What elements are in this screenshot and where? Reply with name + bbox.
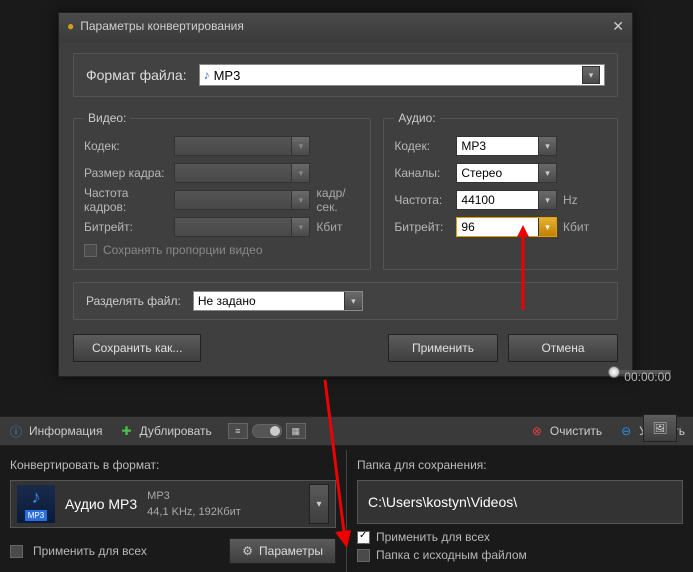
plus-icon: ✚ xyxy=(118,423,134,439)
same-folder-label: Папка с исходным файлом xyxy=(376,548,527,562)
convert-heading: Конвертировать в формат: xyxy=(10,458,336,472)
timeline-knob[interactable] xyxy=(608,366,620,378)
audio-bitrate-unit: Кбит xyxy=(557,220,607,234)
video-codec-select xyxy=(174,136,310,156)
mp3-icon: ♪ MP3 xyxy=(17,485,55,523)
save-panel: Папка для сохранения: C:\Users\kostyn\Vi… xyxy=(347,450,693,572)
chevron-down-icon[interactable] xyxy=(538,191,556,209)
chevron-down-icon[interactable] xyxy=(538,137,556,155)
format-details: MP3 44,1 KHz, 192Кбит xyxy=(147,488,299,520)
audio-codec-select[interactable]: MP3 xyxy=(456,136,557,156)
clear-icon: ⊗ xyxy=(529,423,545,439)
audio-channels-label: Каналы: xyxy=(394,166,456,180)
format-name: Аудио MP3 xyxy=(65,496,137,512)
save-as-button[interactable]: Сохранить как... xyxy=(73,334,201,362)
save-path[interactable]: C:\Users\kostyn\Videos\ xyxy=(357,480,683,524)
video-legend: Видео: xyxy=(84,111,130,125)
video-framesize-label: Размер кадра: xyxy=(84,166,174,180)
chevron-down-icon xyxy=(291,137,309,155)
split-label: Разделять файл: xyxy=(86,294,181,308)
audio-bitrate-label: Битрейт: xyxy=(394,220,456,234)
dialog-titlebar: ● Параметры конвертирования ✕ xyxy=(59,13,632,39)
list-view-icon[interactable]: ≡ xyxy=(228,423,248,439)
video-fps-label: Частота кадров: xyxy=(84,186,174,214)
convert-panel: Конвертировать в формат: ♪ MP3 Аудио MP3… xyxy=(0,450,347,572)
info-icon: ⓘ xyxy=(8,423,24,439)
format-card: ♪ MP3 Аудио MP3 MP3 44,1 KHz, 192Кбит xyxy=(10,480,336,528)
apply-button[interactable]: Применить xyxy=(388,334,498,362)
view-toggle-group: ≡ ▦ xyxy=(228,423,306,439)
clear-button[interactable]: ⊗ Очистить xyxy=(529,423,602,439)
video-fieldset: Видео: Кодек: Размер кадра: Частота кадр… xyxy=(73,111,371,270)
file-format-select[interactable]: ♪ MP3 xyxy=(199,64,605,86)
conversion-dialog: ● Параметры конвертирования ✕ Формат фай… xyxy=(58,12,633,377)
chevron-down-icon[interactable] xyxy=(538,164,556,182)
chevron-down-icon xyxy=(291,191,309,209)
save-heading: Папка для сохранения: xyxy=(357,458,683,472)
file-format-row: Формат файла: ♪ MP3 xyxy=(73,53,618,97)
music-note-icon: ♪ xyxy=(32,487,41,508)
toolbar: ⓘ Информация ✚ Дублировать ≡ ▦ ⊗ Очистит… xyxy=(0,416,693,446)
dialog-title: Параметры конвертирования xyxy=(80,19,244,33)
split-select[interactable]: Не задано xyxy=(193,291,363,311)
audio-freq-label: Частота: xyxy=(394,193,456,207)
same-folder-checkbox[interactable] xyxy=(357,549,370,562)
chevron-down-icon xyxy=(291,164,309,182)
video-bitrate-select xyxy=(174,217,310,237)
audio-channels-select[interactable]: Стерео xyxy=(456,163,557,183)
dialog-body: Формат файла: ♪ MP3 Видео: Кодек: Размер… xyxy=(59,39,632,376)
audio-freq-unit: Hz xyxy=(557,193,607,207)
video-bitrate-label: Битрейт: xyxy=(84,220,174,234)
gear-icon: ⚙ xyxy=(242,544,253,558)
video-framesize-select xyxy=(174,163,310,183)
app-icon: ● xyxy=(67,19,74,33)
chevron-down-icon[interactable] xyxy=(344,292,362,310)
file-format-value: MP3 xyxy=(214,68,241,83)
image-icon: 🖼 xyxy=(652,421,667,435)
chevron-down-icon[interactable] xyxy=(582,66,600,84)
info-button[interactable]: ⓘ Информация xyxy=(8,423,102,439)
audio-fieldset: Аудио: Кодек: MP3 Каналы: Стерео Частота… xyxy=(383,111,618,270)
chevron-down-icon[interactable] xyxy=(538,218,556,236)
audio-legend: Аудио: xyxy=(394,111,439,125)
parameters-button[interactable]: ⚙ Параметры xyxy=(229,538,336,564)
keep-ratio-checkbox xyxy=(84,244,97,257)
cancel-button[interactable]: Отмена xyxy=(508,334,618,362)
apply-all-checkbox-right[interactable] xyxy=(357,531,370,544)
view-toggle[interactable] xyxy=(252,424,282,438)
file-format-label: Формат файла: xyxy=(86,67,187,83)
split-file-row: Разделять файл: Не задано xyxy=(73,282,618,320)
chevron-down-icon xyxy=(291,218,309,236)
minus-icon: ⊖ xyxy=(618,423,634,439)
apply-all-label-right: Применить для всех xyxy=(376,530,490,544)
keep-ratio-label: Сохранять пропорции видео xyxy=(103,243,263,257)
apply-all-checkbox-left[interactable] xyxy=(10,545,23,558)
format-dropdown-button[interactable] xyxy=(309,484,329,524)
timeline-time: 00:00:00 xyxy=(624,370,671,384)
close-icon[interactable]: ✕ xyxy=(612,18,624,35)
video-bitrate-unit: Кбит xyxy=(310,220,360,234)
snapshot-button[interactable]: 🖼 xyxy=(643,414,677,442)
audio-freq-select[interactable]: 44100 xyxy=(456,190,557,210)
apply-all-label-left: Применить для всех xyxy=(33,544,147,558)
video-codec-label: Кодек: xyxy=(84,139,174,153)
duplicate-button[interactable]: ✚ Дублировать xyxy=(118,423,211,439)
music-note-icon: ♪ xyxy=(204,68,210,82)
audio-bitrate-select[interactable]: 96 xyxy=(456,217,557,237)
grid-view-icon[interactable]: ▦ xyxy=(286,423,306,439)
audio-codec-label: Кодек: xyxy=(394,139,456,153)
video-fps-select xyxy=(174,190,310,210)
video-fps-unit: кадр/сек. xyxy=(310,186,360,214)
